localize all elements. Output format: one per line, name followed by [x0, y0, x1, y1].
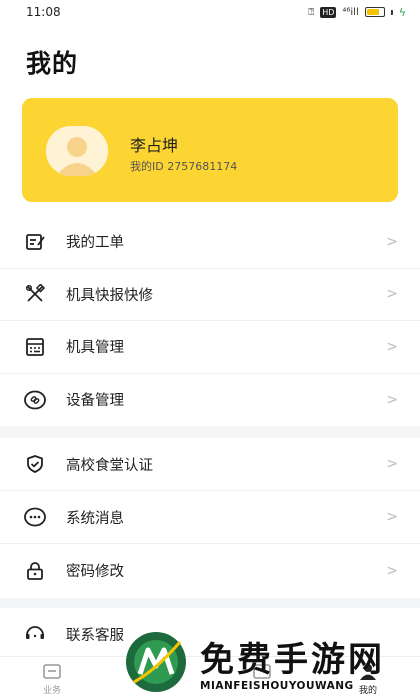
- menu-label: 我的工单: [66, 235, 124, 252]
- chevron-right-icon: >: [386, 456, 398, 472]
- menu-item-change-password[interactable]: 密码修改 >: [0, 544, 420, 597]
- chevron-right-icon: >: [386, 562, 398, 579]
- shield-check-icon: [24, 453, 46, 475]
- menu-label: 机具快报快修: [66, 287, 153, 304]
- home-icon: [43, 664, 61, 679]
- headset-icon: [24, 623, 46, 645]
- chevron-right-icon: >: [386, 286, 398, 303]
- status-bar: 11:08 ⍰ HD ⁴⁶ill ϟ: [0, 0, 420, 24]
- calculator-icon: [24, 336, 46, 358]
- message-icon: [24, 506, 46, 528]
- chevron-right-icon: >: [386, 233, 398, 250]
- watermark: 免费手游网 MIANFEISHOUYOUWANG: [124, 628, 420, 700]
- watermark-logo-icon: [126, 632, 186, 692]
- menu-item-tool-repair[interactable]: 机具快报快修 >: [0, 269, 420, 321]
- menu-label: 高校食堂认证: [66, 457, 153, 474]
- menu-item-my-work-orders[interactable]: 我的工单 >: [0, 216, 420, 269]
- menu-group-2: 高校食堂认证 > 系统消息 > 密码修改 >: [0, 438, 420, 598]
- menu-label: 联系客服: [66, 627, 124, 644]
- page-title: 我的: [26, 49, 79, 78]
- link-icon: [24, 389, 46, 411]
- menu-group-1: 我的工单 > 机具快报快修 > 机具管理 > 设备管理 >: [0, 216, 420, 426]
- menu-item-canteen-certification[interactable]: 高校食堂认证 >: [0, 438, 420, 491]
- battery-tip: [390, 9, 393, 15]
- tab-label-business: 业务: [42, 686, 61, 696]
- battery-icon: [364, 7, 385, 17]
- hd-badge: HD: [320, 6, 337, 18]
- watermark-title: 免费手游网: [200, 640, 385, 680]
- user-id: 我的ID 2757681174: [130, 160, 238, 173]
- menu-item-device-management[interactable]: 设备管理 >: [0, 374, 420, 427]
- lock-icon: [24, 560, 46, 582]
- watermark-subtitle: MIANFEISHOUYOUWANG: [200, 680, 354, 692]
- user-name: 李占坤: [130, 136, 179, 155]
- menu-item-tool-management[interactable]: 机具管理 >: [0, 321, 420, 374]
- tools-icon: [24, 283, 46, 305]
- menu-item-system-messages[interactable]: 系统消息 >: [0, 491, 420, 544]
- avatar-placeholder-icon: [46, 126, 108, 176]
- menu-label: 密码修改: [66, 564, 124, 580]
- signal-icon: ⁴⁶ill: [342, 6, 359, 18]
- vibrate-icon: ⍰: [308, 6, 315, 18]
- edit-note-icon: [24, 231, 46, 253]
- charging-icon: ϟ: [398, 5, 406, 19]
- menu-label: 设备管理: [66, 393, 124, 410]
- avatar[interactable]: [46, 126, 108, 176]
- menu-label: 机具管理: [66, 340, 124, 357]
- chevron-right-icon: >: [386, 391, 398, 408]
- menu-label: 系统消息: [66, 510, 124, 527]
- profile-card[interactable]: 李占坤 我的ID 2757681174: [22, 98, 398, 202]
- chevron-right-icon: >: [386, 338, 398, 355]
- status-time: 11:08: [26, 5, 61, 19]
- status-icons: ⍰ HD ⁴⁶ill ϟ: [308, 6, 406, 19]
- header: 我的 李占坤 我的ID 2757681174: [0, 24, 420, 224]
- tab-business[interactable]: 业务: [22, 661, 82, 696]
- chevron-right-icon: >: [386, 509, 398, 525]
